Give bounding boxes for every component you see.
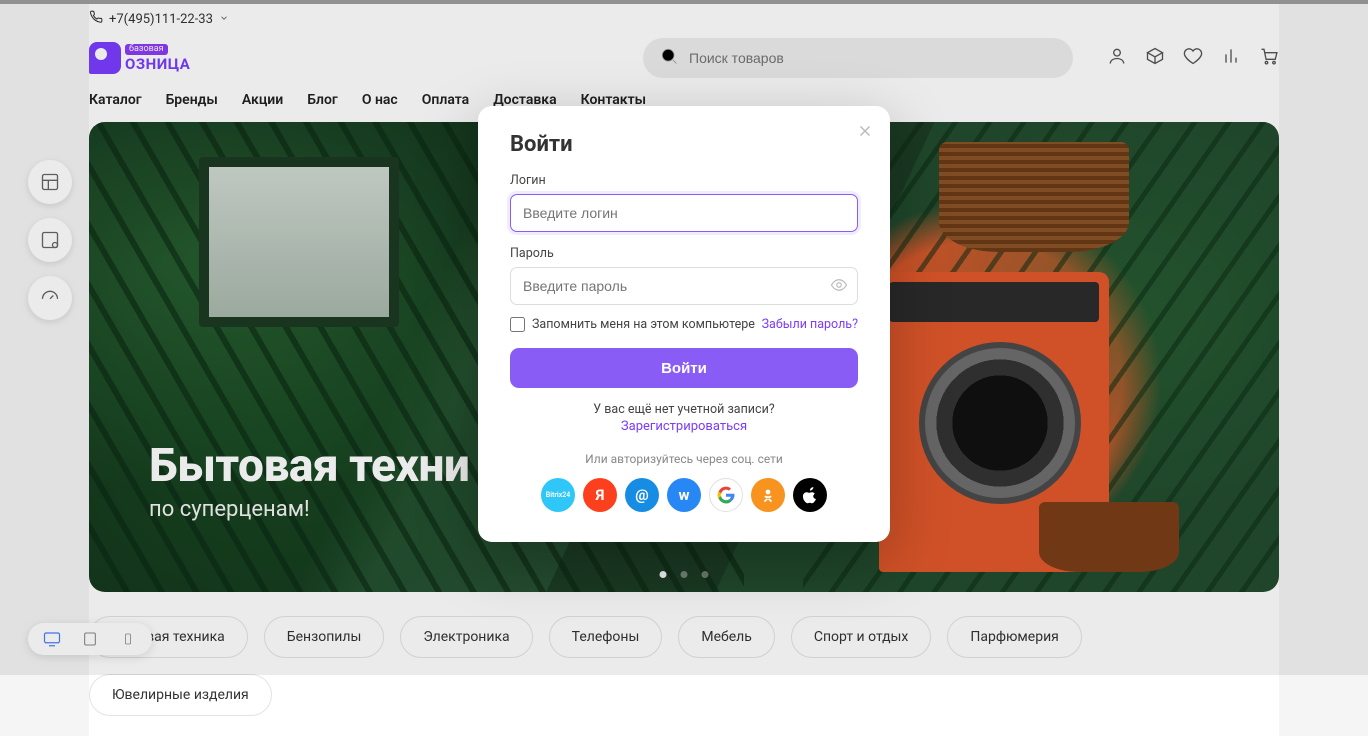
login-modal: Войти Логин Пароль Запомнить меня на это… [478, 106, 890, 542]
forgot-password-link[interactable]: Забыли пароль? [762, 317, 858, 332]
modal-title: Войти [510, 132, 858, 157]
social-bitrix24-icon[interactable]: Bitrix24 [541, 478, 575, 512]
password-input[interactable] [510, 267, 858, 305]
remember-text: Запомнить меня на этом компьютере [532, 317, 755, 332]
remember-checkbox-label[interactable]: Запомнить меня на этом компьютере [510, 317, 755, 332]
remember-row: Запомнить меня на этом компьютере Забыли… [510, 317, 858, 332]
or-social-text: Или авторизуйтесь через соц. сети [510, 452, 858, 466]
login-input[interactable] [510, 194, 858, 232]
social-apple-icon[interactable] [793, 478, 827, 512]
social-vk-icon[interactable]: w [667, 478, 701, 512]
social-mailru-icon[interactable]: @ [625, 478, 659, 512]
register-link[interactable]: Зарегистрироваться [510, 419, 858, 434]
cat-jewelry[interactable]: Ювелирные изделия [89, 674, 272, 716]
no-account-text: У вас ещё нет учетной записи? [593, 402, 774, 417]
social-google-icon[interactable] [709, 478, 743, 512]
password-label: Пароль [510, 246, 858, 261]
eye-icon[interactable] [830, 276, 848, 298]
close-icon[interactable] [856, 122, 874, 144]
social-login-row: Bitrix24 Я @ w [510, 478, 858, 512]
login-submit-button[interactable]: Войти [510, 348, 858, 388]
remember-checkbox[interactable] [510, 317, 525, 332]
no-account: У вас ещё нет учетной записи? Зарегистри… [510, 402, 858, 434]
social-ok-icon[interactable] [751, 478, 785, 512]
social-yandex-icon[interactable]: Я [583, 478, 617, 512]
login-label: Логин [510, 173, 858, 188]
